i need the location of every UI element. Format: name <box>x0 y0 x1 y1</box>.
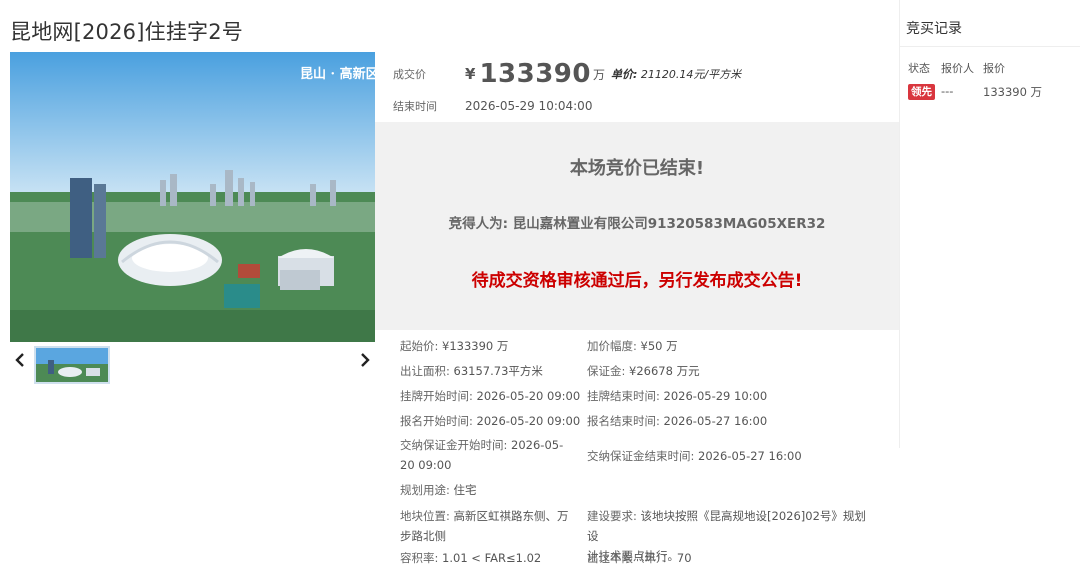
floor-area-ratio: 容积率: 1.01 < FAR≤1.02 <box>400 551 542 565</box>
bid-record-divider <box>900 46 1080 47</box>
deal-price-value: 133390 <box>479 59 591 89</box>
unit-price-value: 21120.14元/平方米 <box>640 68 742 81</box>
currency-symbol: ¥ <box>465 65 476 83</box>
registration-end-time: 报名结束时间: 2026-05-27 16:00 <box>587 414 768 428</box>
column-price: 报价 <box>983 62 1005 75</box>
deal-price-label: 成交价 <box>393 68 426 81</box>
page-title: 昆地网[2026]住挂字2号 <box>10 20 243 44</box>
land-area: 出让面积: 63157.73平方米 <box>400 364 543 378</box>
listing-start-time: 挂牌开始时间: 2026-05-20 09:00 <box>400 389 581 403</box>
bid-row-status: 领先 <box>908 84 935 100</box>
column-status: 状态 <box>908 62 930 75</box>
winner-text: 竞得人为: 昆山嘉林置业有限公司91320583MAG05XER32 <box>448 216 826 232</box>
thumbnail-strip <box>10 342 375 386</box>
deposit: 保证金: ¥26678 万元 <box>587 364 700 378</box>
registration-start-time: 报名开始时间: 2026-05-20 09:00 <box>400 414 581 428</box>
photo-watermark: 昆山 · 高新区 <box>300 66 375 82</box>
land-photo-illustration: 昆山 · 高新区 <box>10 52 375 342</box>
end-time-label: 结束时间 <box>393 100 437 113</box>
land-location: 地块位置: 高新区虹祺路东侧、万 步路北侧 <box>400 509 569 543</box>
transfer-term: 出让年限（年）： 70 <box>587 551 692 565</box>
deal-price-unit: 万 <box>592 67 605 82</box>
auction-ended-title: 本场竞价已结束! <box>569 158 705 179</box>
listing-end-time: 挂牌结束时间: 2026-05-29 10:00 <box>587 389 768 403</box>
end-time-value: 2026-05-29 10:04:00 <box>465 99 593 113</box>
bid-record-panel: 竞买记录 状态 报价人 报价 领先 --- 133390 万 <box>899 0 1080 448</box>
start-price: 起始价: ¥133390 万 <box>400 339 509 353</box>
leading-badge: 领先 <box>908 84 935 100</box>
end-time-row: 结束时间 2026-05-29 10:04:00 <box>393 96 592 116</box>
pending-notice: 待成交资格审核通过后，另行发布成交公告! <box>471 271 803 291</box>
bid-increment: 加价幅度: ¥50 万 <box>587 339 678 353</box>
bid-row-bidder: --- <box>941 84 954 98</box>
planned-usage: 规划用途: 住宅 <box>400 483 477 497</box>
deal-price-row: 成交价 ¥ 133390 万 单价: 21120.14元/平方米 <box>393 54 741 94</box>
bid-record-title: 竞买记录 <box>906 21 962 37</box>
column-bidder: 报价人 <box>941 62 974 75</box>
auction-result-panel: 本场竞价已结束! 竞得人为: 昆山嘉林置业有限公司91320583MAG05XE… <box>375 122 899 330</box>
deposit-end-time: 交纳保证金结束时间: 2026-05-27 16:00 <box>587 449 802 463</box>
chevron-left-icon[interactable] <box>12 350 28 374</box>
bid-row-price: 133390 万 <box>983 85 1043 99</box>
thumbnail-image[interactable] <box>34 346 110 384</box>
unit-price-label: 单价: <box>611 68 638 81</box>
deposit-start-time: 交纳保证金开始时间: 2026-05- 20 09:00 <box>400 438 564 472</box>
unit-price: 单价: 21120.14元/平方米 <box>611 66 741 82</box>
chevron-right-icon[interactable] <box>357 350 373 374</box>
land-photo[interactable]: 昆山 · 高新区 <box>10 52 375 342</box>
